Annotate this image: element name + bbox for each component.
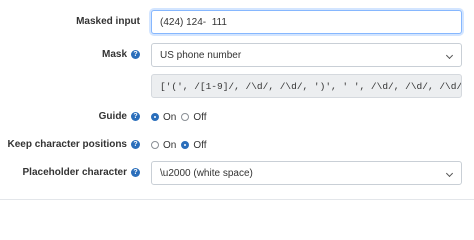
placeholder-select[interactable]: \u2000 (white space)	[151, 161, 462, 185]
clipped-top-row	[0, 0, 474, 3]
guide-row: Guide ? On Off	[0, 110, 474, 124]
masked-input-value: (424) 124- 111	[160, 16, 227, 28]
guide-off-radio[interactable]	[181, 113, 190, 121]
guide-on-radio[interactable]	[151, 113, 159, 121]
mask-pattern-text: ['(', /[1-9]/, /\d/, /\d/, ')', ' ', /\d…	[160, 80, 462, 92]
masked-input-label: Masked input	[76, 16, 140, 27]
placeholder-label: Placeholder character ?	[23, 167, 140, 178]
mask-label: Mask ?	[102, 49, 140, 60]
help-icon[interactable]: ?	[131, 112, 140, 121]
mask-pattern-row: ['(', /[1-9]/, /\d/, /\d/, ')', ' ', /\d…	[0, 74, 474, 98]
keep-positions-radio-group: On Off	[151, 138, 212, 152]
placeholder-row: Placeholder character ? \u2000 (white sp…	[0, 161, 474, 185]
keep-positions-off-radio[interactable]	[181, 141, 190, 149]
placeholder-select-value: \u2000 (white space)	[160, 167, 253, 179]
keep-positions-off-label[interactable]: Off	[193, 140, 206, 151]
mask-select[interactable]: US phone number	[151, 43, 462, 67]
help-icon[interactable]: ?	[131, 168, 140, 177]
guide-off-label[interactable]: Off	[193, 112, 206, 123]
guide-radio-group: On Off	[151, 110, 212, 124]
mask-select-value: US phone number	[160, 49, 242, 61]
guide-label: Guide ?	[99, 111, 140, 122]
divider	[0, 199, 474, 200]
masked-input-field[interactable]: (424) 124- 111	[151, 10, 462, 34]
masked-input-row: Masked input (424) 124- 111	[0, 10, 474, 34]
help-icon[interactable]: ?	[131, 140, 140, 149]
keep-positions-on-label[interactable]: On	[163, 140, 176, 151]
keep-positions-on-radio[interactable]	[151, 141, 159, 149]
guide-on-label[interactable]: On	[163, 112, 176, 123]
mask-pattern-readonly: ['(', /[1-9]/, /\d/, /\d/, ')', ' ', /\d…	[151, 74, 462, 98]
mask-row: Mask ? US phone number	[0, 43, 474, 67]
keep-positions-label: Keep character positions ?	[8, 139, 140, 150]
help-icon[interactable]: ?	[131, 50, 140, 59]
keep-positions-row: Keep character positions ? On Off	[0, 138, 474, 152]
